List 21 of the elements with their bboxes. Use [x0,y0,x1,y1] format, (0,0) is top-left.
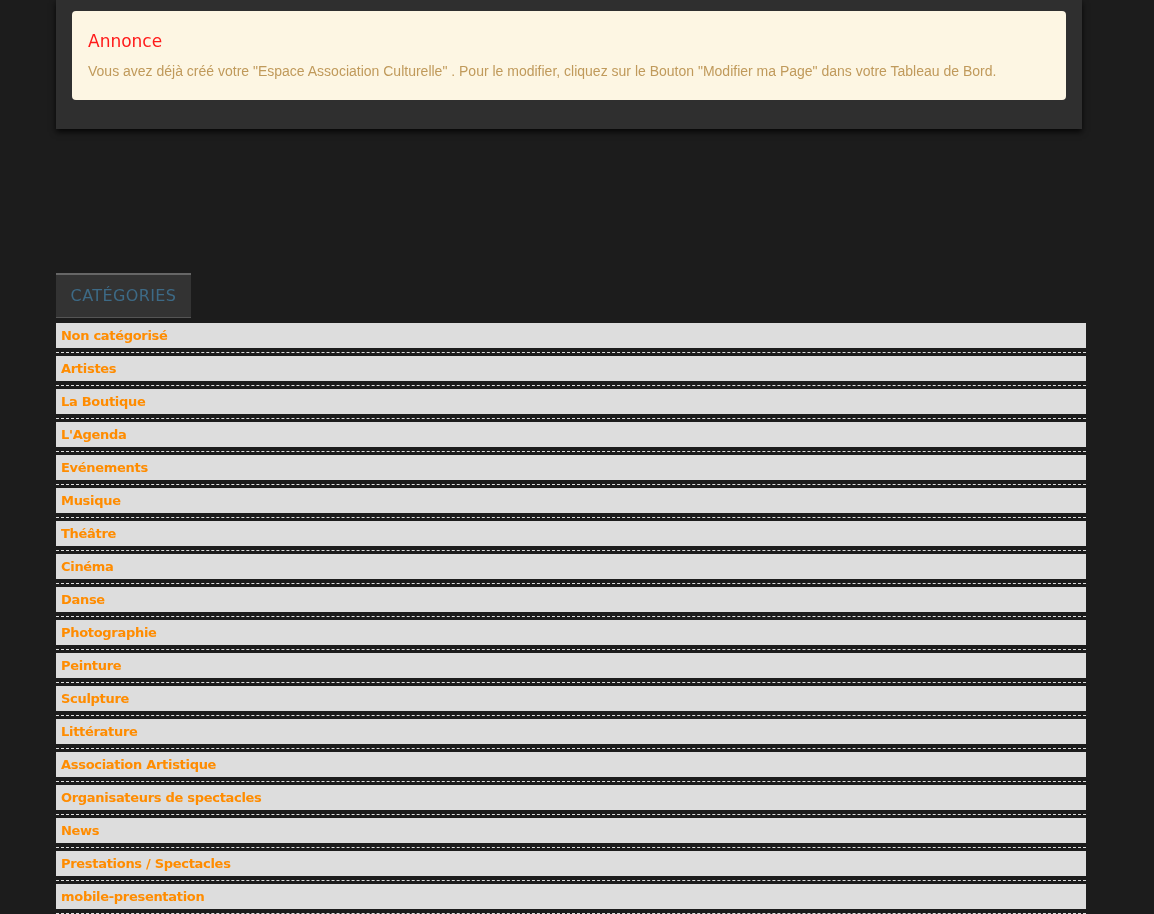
categories-heading: CATÉGORIES [70,285,177,307]
category-link[interactable]: Cinéma [56,554,1086,579]
category-link[interactable]: Théâtre [56,521,1086,546]
category-link[interactable]: Association Artistique [56,752,1086,777]
category-link[interactable]: Peinture [56,653,1086,678]
notice-message: Vous avez déjà créé votre "Espace Association Culturelle" . Pour le modifier, cliquez sur le Bouton "Modifier ma Page" dans votre Tableau de Bord. [88,62,998,81]
category-link[interactable]: News [56,818,1086,843]
category-link[interactable]: Sculpture [56,686,1086,711]
category-link[interactable]: Photographie [56,620,1086,645]
category-link[interactable]: Musique [56,488,1086,513]
category-link[interactable]: Prestations / Spectacles [56,851,1086,876]
category-link[interactable]: Danse [56,587,1086,612]
category-link[interactable]: Organisateurs de spectacles [56,785,1086,810]
category-link[interactable]: Evénements [56,455,1086,480]
category-link[interactable]: Non catégorisé [56,323,1086,348]
category-link[interactable]: mobile-presentation [56,884,1086,909]
category-link[interactable]: La Boutique [56,389,1086,414]
category-link[interactable]: L'Agenda [56,422,1086,447]
notice-title: Annonce [88,31,164,51]
category-link[interactable]: Littérature [56,719,1086,744]
category-link[interactable]: Artistes [56,356,1086,381]
